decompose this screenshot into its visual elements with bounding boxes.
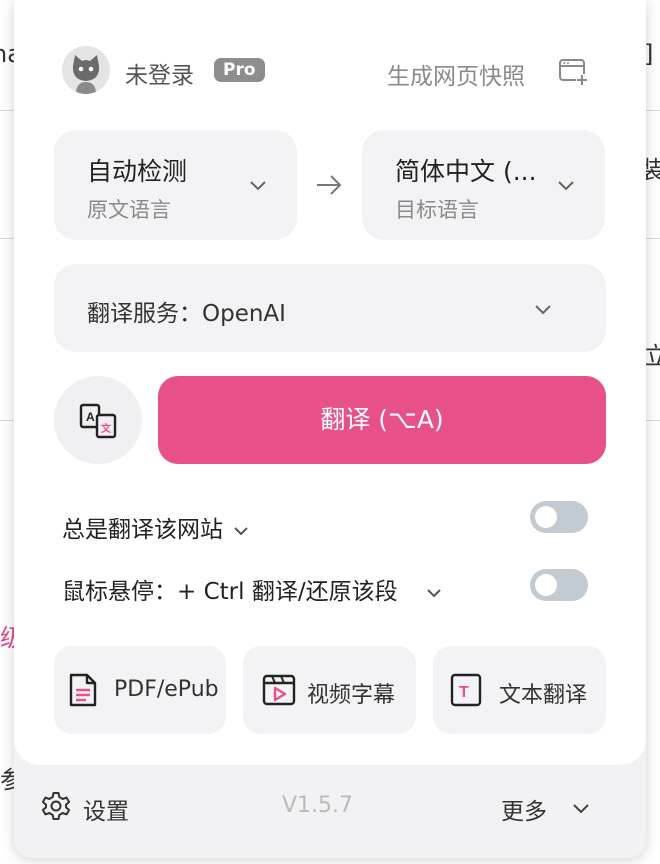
translation-service-select[interactable]: 翻译服务：OpenAI: [54, 264, 606, 352]
source-language-value: 自动检测: [87, 157, 188, 186]
hover-translate-option[interactable]: 鼠标悬停：+ Ctrl 翻译/还原该段: [62, 572, 444, 606]
settings-link[interactable]: 设置: [83, 792, 129, 826]
text-translate-button[interactable]: T 文本翻译: [433, 646, 606, 734]
chevron-down-icon: [535, 305, 551, 315]
always-translate-site-toggle[interactable]: [530, 501, 588, 533]
video-icon: [262, 674, 296, 706]
pdf-epub-button[interactable]: PDF/ePub: [54, 646, 226, 734]
arrow-right-icon: [317, 175, 342, 195]
source-language-caption: 原文语言: [87, 198, 171, 222]
translate-button[interactable]: 翻译 (⌥A): [158, 376, 606, 464]
target-language-caption: 目标语言: [395, 198, 479, 222]
chevron-down-icon: [426, 588, 441, 597]
always-translate-site-label: 总是翻译该网站: [62, 517, 223, 543]
target-language-value: 简体中文 (...: [395, 157, 537, 186]
display-mode-button[interactable]: A 文: [54, 376, 142, 464]
user-status[interactable]: 未登录: [125, 56, 194, 90]
background-text: 立: [644, 342, 660, 370]
video-subtitle-button[interactable]: 视频字幕: [243, 646, 416, 734]
text-icon: T: [450, 673, 482, 707]
toggle-knob: [535, 574, 557, 596]
chevron-down-icon: [234, 526, 248, 535]
hover-translate-toggle[interactable]: [530, 569, 588, 601]
video-subtitle-label: 视频字幕: [307, 683, 396, 708]
always-translate-site-option[interactable]: 总是翻译该网站: [62, 510, 251, 544]
svg-text:文: 文: [101, 422, 112, 435]
source-language-select[interactable]: 自动检测 原文语言: [54, 130, 297, 240]
hover-translate-label: 鼠标悬停：+ Ctrl 翻译/还原该段: [62, 579, 398, 605]
target-language-select[interactable]: 简体中文 (... 目标语言: [362, 130, 605, 240]
version-label: V1.5.7: [282, 793, 354, 818]
chevron-down-icon: [558, 181, 574, 191]
translation-service-label: 翻译服务：OpenAI: [87, 301, 286, 327]
svg-text:T: T: [459, 684, 469, 701]
popup-card: 未登录 Pro 生成网页快照 自动检测 原文语言 简体中文 (... 目标语言 …: [14, 0, 646, 765]
avatar-cat-icon: [62, 46, 110, 94]
pdf-epub-label: PDF/ePub: [114, 677, 219, 702]
toggle-knob: [535, 506, 557, 528]
bilingual-icon: A 文: [79, 403, 117, 439]
text-translate-label: 文本翻译: [499, 683, 588, 708]
chevron-down-icon[interactable]: [569, 796, 593, 820]
avatar[interactable]: [62, 46, 110, 94]
pro-badge[interactable]: Pro: [214, 58, 265, 82]
more-menu[interactable]: 更多: [501, 792, 547, 826]
chevron-down-icon: [250, 181, 266, 191]
translator-popup: 未登录 Pro 生成网页快照 自动检测 原文语言 简体中文 (... 目标语言 …: [14, 0, 646, 858]
document-icon: [69, 673, 97, 707]
svg-text:A: A: [86, 410, 95, 424]
snapshot-icon[interactable]: [557, 55, 589, 87]
gear-icon[interactable]: [40, 790, 72, 822]
snapshot-link[interactable]: 生成网页快照: [387, 57, 525, 91]
